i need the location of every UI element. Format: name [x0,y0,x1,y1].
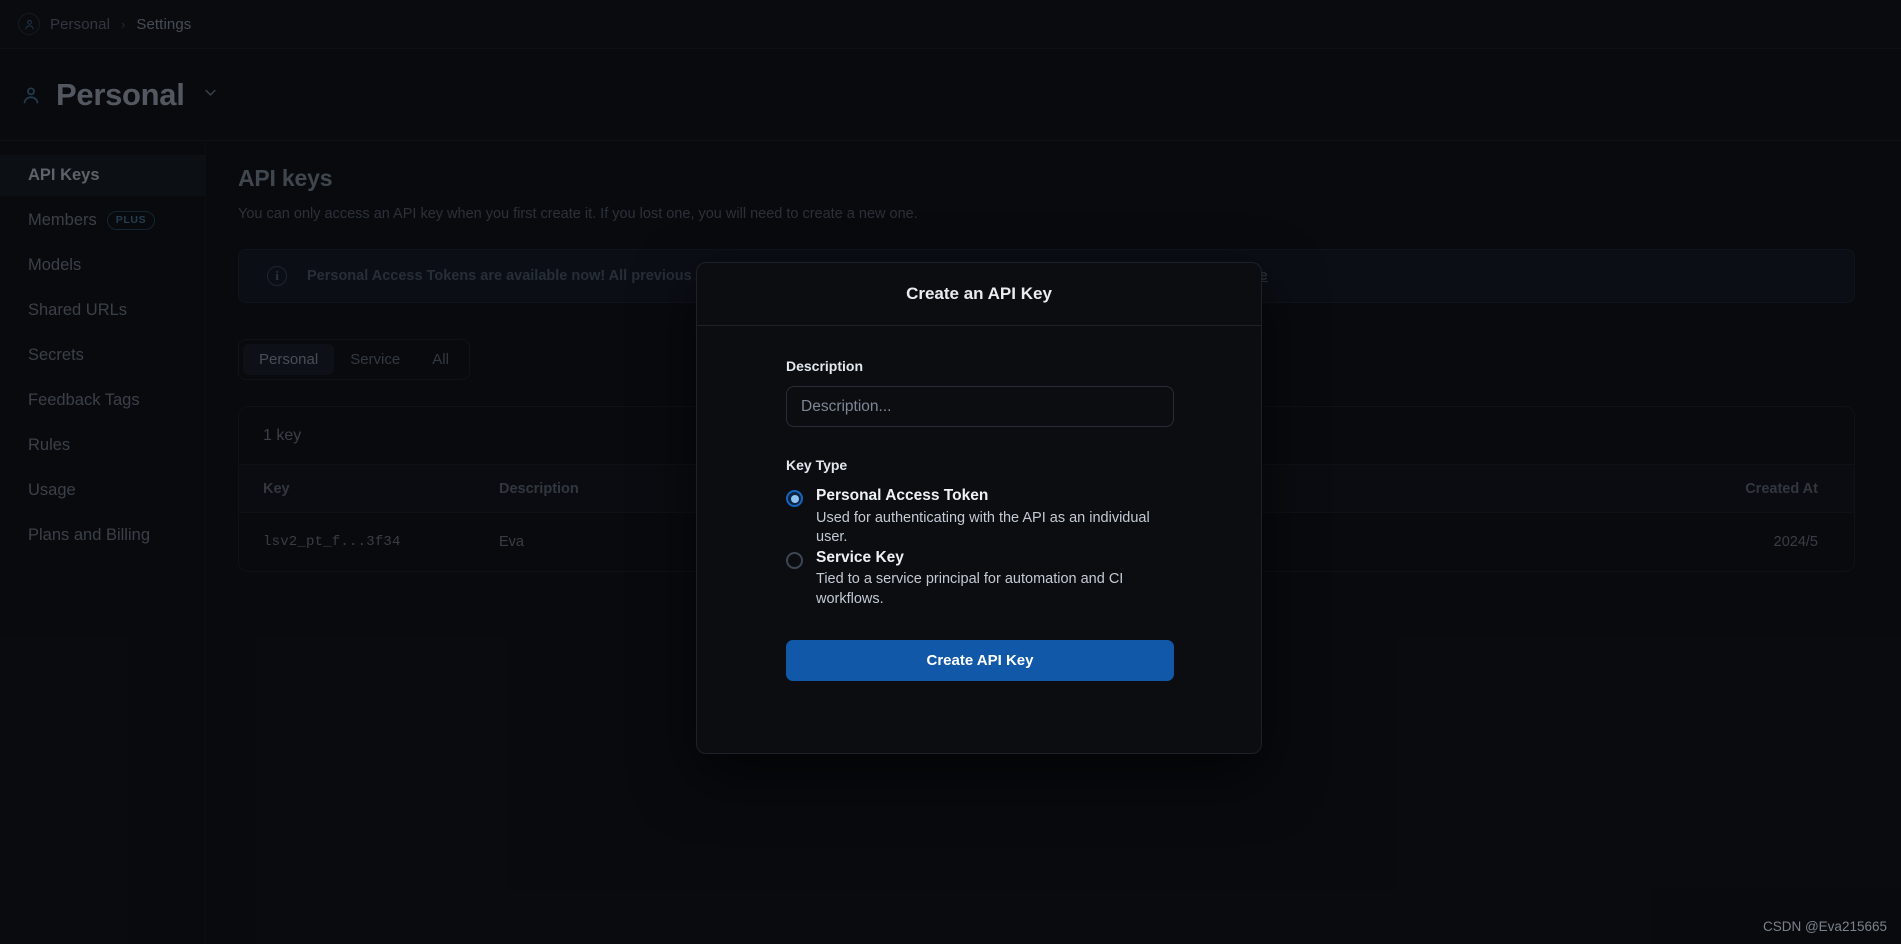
sidebar: API Keys Members PLUS Models Shared URLs… [0,141,206,944]
sidebar-item-members[interactable]: Members PLUS [0,200,205,241]
description-input[interactable] [786,386,1174,427]
key-type-label: Key Type [786,457,848,473]
description-label: Description [786,358,864,374]
create-api-key-modal: Create an API Key Description Key Type P… [696,262,1262,754]
watermark: CSDN @Eva215665 [1762,919,1887,934]
sidebar-item-secrets[interactable]: Secrets [0,335,205,376]
modal-title: Create an API Key [906,284,1052,303]
user-icon [18,82,44,108]
tab-personal[interactable]: Personal [243,344,335,375]
sidebar-item-feedback-tags[interactable]: Feedback Tags [0,380,205,421]
sidebar-item-label: Models [28,256,82,274]
radio-button-unselected[interactable] [786,551,803,569]
radio-label: Personal Access Token [816,487,989,504]
sidebar-item-shared-urls[interactable]: Shared URLs [0,290,205,331]
chevron-down-icon[interactable] [201,83,220,107]
radio-label: Service Key [816,548,904,566]
radio-option-personal-access-token[interactable]: Personal Access Token Used for authentic… [786,487,1172,548]
radio-button-selected[interactable] [786,490,803,507]
section-subtitle: You can only access an API key when you … [238,206,918,222]
sidebar-item-label: Feedback Tags [28,391,140,409]
info-icon: i [267,266,287,286]
tab-all[interactable]: All [416,344,465,375]
radio-description: Used for authenticating with the API as … [816,509,1150,546]
sidebar-item-api-keys[interactable]: API Keys [0,155,205,196]
sidebar-item-label: Members [28,211,97,229]
user-icon [18,13,40,35]
create-api-key-button[interactable]: Create API Key [786,640,1174,682]
cell-created: 2024/5 [1773,534,1818,550]
radio-option-service-key[interactable]: Service Key Tied to a service principal … [786,549,1172,610]
sidebar-item-plans-and-billing[interactable]: Plans and Billing [0,515,205,556]
sidebar-item-label: API Keys [28,166,100,184]
workspace-header[interactable]: Personal [0,49,1901,141]
app-root: Personal › Settings Personal API Keys Me… [0,0,1901,944]
filter-tabs: Personal Service All [238,339,470,380]
section-title: API keys [238,165,333,191]
modal-header: Create an API Key [697,263,1261,326]
sidebar-item-label: Plans and Billing [28,526,150,544]
breadcrumb-item-personal[interactable]: Personal [50,16,110,33]
sidebar-item-rules[interactable]: Rules [0,425,205,466]
sidebar-item-models[interactable]: Models [0,245,205,286]
sidebar-item-label: Usage [28,481,76,499]
column-header-created: Created At [1745,480,1818,497]
sidebar-item-label: Secrets [28,346,84,364]
sidebar-item-label: Rules [28,436,71,454]
breadcrumb: Personal › Settings [0,0,1901,49]
sidebar-item-usage[interactable]: Usage [0,470,205,511]
modal-body: Description Key Type Personal Access Tok… [697,326,1261,609]
tab-service[interactable]: Service [334,344,416,375]
plus-badge: PLUS [106,211,156,230]
sidebar-item-label: Shared URLs [28,301,128,319]
breadcrumb-separator: › [121,16,126,32]
cell-key: lsv2_pt_f...3f34 [263,534,401,550]
radio-description: Tied to a service principal for automati… [816,571,1124,607]
page-title: Personal [56,76,185,112]
breadcrumb-item-settings[interactable]: Settings [136,16,191,33]
column-header-key: Key [263,480,290,497]
